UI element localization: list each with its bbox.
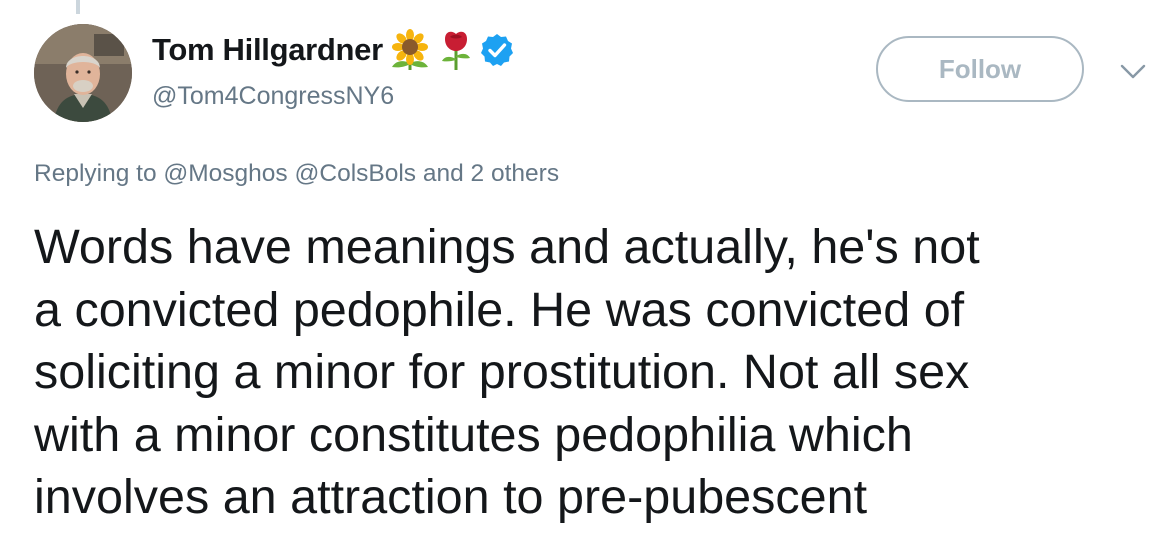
tweet-text-line: Words have meanings and actually, he's n… xyxy=(34,220,980,274)
thread-connector-line xyxy=(76,0,80,14)
tweet-text: Words have meanings and actually, he's n… xyxy=(34,216,1144,529)
reply-context-prefix: Replying to xyxy=(34,160,157,187)
mention-link[interactable]: @Mosghos xyxy=(163,160,287,187)
reply-context-others-link[interactable]: and 2 others xyxy=(423,160,559,187)
reply-context: Replying to @Mosghos @ColsBols and 2 oth… xyxy=(34,160,559,188)
tweet-text-line: soliciting a minor for prostitution. Not… xyxy=(34,345,970,399)
chevron-down-icon[interactable] xyxy=(1118,60,1148,84)
tweet-text-line: with a minor constitutes pedophilia whic… xyxy=(34,407,913,462)
tweet-text-line: involves an attraction to pre-pubescent xyxy=(34,470,868,524)
avatar[interactable] xyxy=(34,24,132,122)
sunflower-emoji-icon xyxy=(387,29,433,71)
avatar-photo xyxy=(34,24,132,122)
author-handle[interactable]: @Tom4CongressNY6 xyxy=(152,82,394,111)
tweet-text-line: a convicted pedophile. He was convicted … xyxy=(34,282,965,337)
mention-link[interactable]: @ColsBols xyxy=(295,160,417,187)
follow-button[interactable]: Follow xyxy=(876,36,1084,102)
rose-emoji-icon xyxy=(437,29,475,71)
verified-badge-icon xyxy=(479,32,515,68)
author-display-name[interactable]: Tom Hillgardner xyxy=(152,32,383,68)
author-name-row[interactable]: Tom Hillgardner xyxy=(152,28,515,72)
